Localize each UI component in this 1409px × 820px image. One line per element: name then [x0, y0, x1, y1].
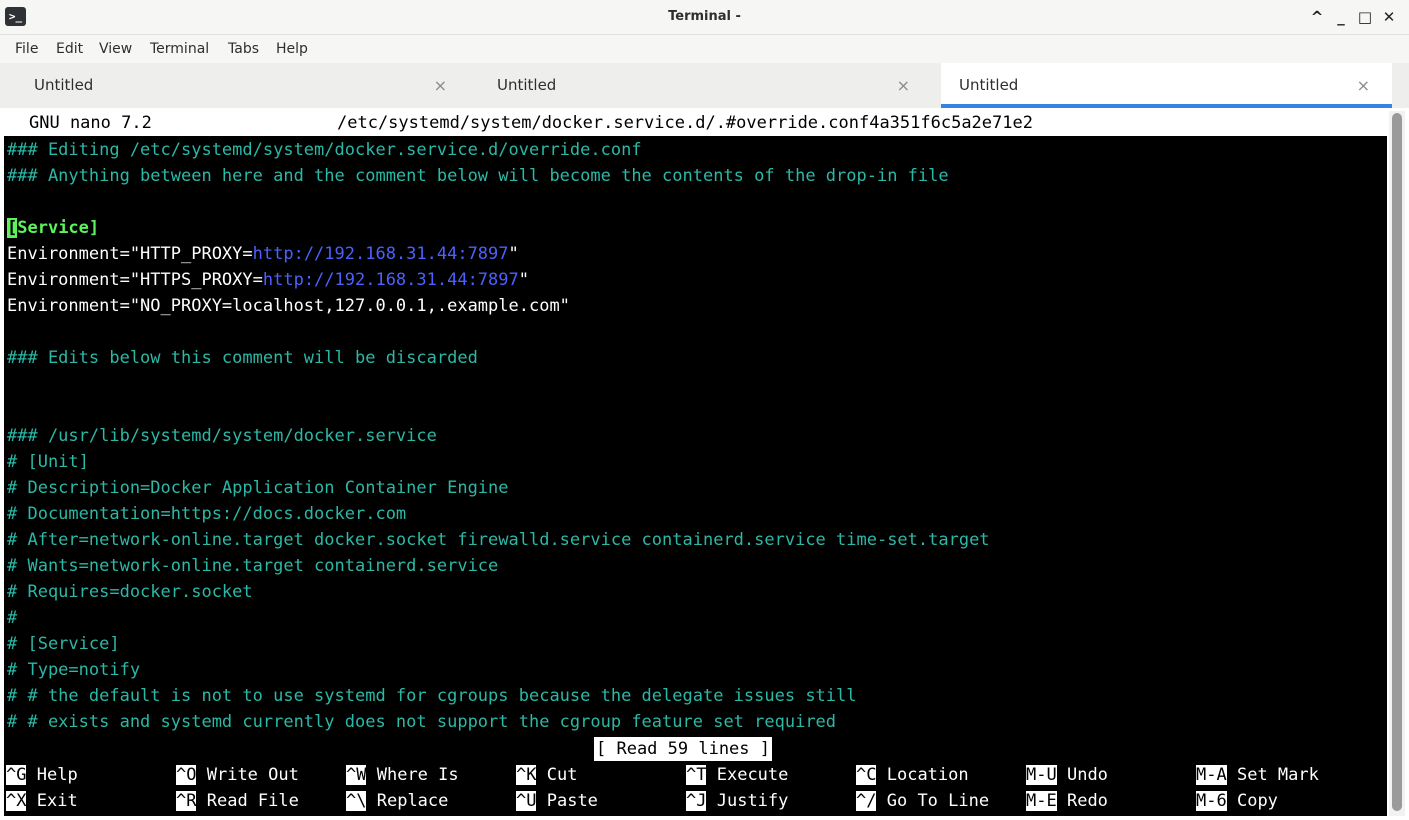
nano-version: GNU nano 7.2: [29, 113, 152, 133]
proxy-url: http://192.168.31.44:7897: [262, 270, 519, 290]
menu-help[interactable]: Help: [276, 35, 308, 63]
menu-file[interactable]: File: [15, 35, 38, 63]
editor-line: # After=network-online.target docker.soc…: [7, 530, 990, 550]
shortcut-read-file[interactable]: ^R Read File: [176, 788, 299, 814]
editor-line: ### /usr/lib/systemd/system/docker.servi…: [7, 426, 437, 446]
scrollbar-thumb[interactable]: [1392, 113, 1402, 811]
maximize-icon[interactable]: □: [1354, 6, 1376, 28]
nano-status-bar: GNU nano 7.2/etc/systemd/system/docker.s…: [4, 111, 1387, 136]
editor-line: # # exists and systemd currently does no…: [7, 712, 837, 732]
editor-line: # Description=Docker Application Contain…: [7, 478, 509, 498]
window-title: Terminal -: [668, 9, 741, 24]
shortcut-write-out[interactable]: ^O Write Out: [176, 762, 299, 788]
shortcut-set-mark[interactable]: M-A Set Mark: [1196, 762, 1319, 788]
editor-line: Environment="NO_PROXY=localhost,127.0.0.…: [7, 296, 570, 316]
shortcut-copy[interactable]: M-6 Copy: [1196, 788, 1278, 814]
editor-line: Environment="HTTP_PROXY=http://192.168.3…: [7, 244, 519, 264]
menu-tabs[interactable]: Tabs: [228, 35, 259, 63]
editor-line: # # the default is not to use systemd fo…: [7, 686, 857, 706]
close-icon[interactable]: ✕: [1378, 6, 1400, 28]
menu-view[interactable]: View: [99, 35, 132, 63]
shortcut-paste[interactable]: ^U Paste: [516, 788, 598, 814]
editor-line: [Service]: [7, 218, 100, 238]
menu-edit[interactable]: Edit: [56, 35, 83, 63]
editor-line: ### Edits below this comment will be dis…: [7, 348, 478, 368]
shortcut-go-to-line[interactable]: ^/ Go To Line: [856, 788, 989, 814]
tab-label: Untitled: [497, 76, 557, 94]
tab-label: Untitled: [34, 76, 94, 94]
shortcut-where-is[interactable]: ^W Where Is: [346, 762, 459, 788]
tab-close-icon[interactable]: ×: [1357, 63, 1370, 108]
text-cursor: [: [7, 218, 18, 238]
editor-line: # Requires=docker.socket: [7, 582, 253, 602]
proxy-url: http://192.168.31.44:7897: [252, 244, 509, 264]
shortcut-help[interactable]: ^G Help: [6, 762, 78, 788]
tab-1[interactable]: Untitled ×: [6, 63, 469, 108]
tab-2[interactable]: Untitled ×: [469, 63, 932, 108]
shortcut-execute[interactable]: ^T Execute: [686, 762, 788, 788]
editor-line: ### Anything between here and the commen…: [7, 166, 949, 186]
tab-label: Untitled: [959, 76, 1019, 94]
shortcut-redo[interactable]: M-E Redo: [1026, 788, 1108, 814]
tab-bar: Untitled × Untitled × Untitled ×: [0, 63, 1409, 108]
title-bar: >_ Terminal - ^ _ □ ✕: [0, 0, 1409, 35]
shortcut-location[interactable]: ^C Location: [856, 762, 969, 788]
editor-line: Environment="HTTPS_PROXY=http://192.168.…: [7, 270, 529, 290]
editor-line: ### Editing /etc/systemd/system/docker.s…: [7, 140, 642, 160]
shortcut-undo[interactable]: M-U Undo: [1026, 762, 1108, 788]
minimize-icon[interactable]: _: [1330, 6, 1352, 28]
shortcut-cut[interactable]: ^K Cut: [516, 762, 577, 788]
editor-line: # Wants=network-online.target containerd…: [7, 556, 499, 576]
editor-line: # Type=notify: [7, 660, 141, 680]
tab-3-active[interactable]: Untitled ×: [941, 63, 1392, 108]
shortcut-replace[interactable]: ^\ Replace: [346, 788, 448, 814]
tab-close-icon[interactable]: ×: [434, 63, 447, 108]
chevron-up-icon[interactable]: ^: [1306, 6, 1328, 28]
tab-close-icon[interactable]: ×: [897, 63, 910, 108]
menu-bar: File Edit View Terminal Tabs Help: [0, 35, 1409, 63]
editor-line: #: [7, 608, 18, 628]
editor-line: # [Service]: [7, 634, 120, 654]
terminal-area[interactable]: GNU nano 7.2/etc/systemd/system/docker.s…: [4, 111, 1387, 816]
status-message: [ Read 59 lines ]: [594, 737, 772, 761]
shortcut-justify[interactable]: ^J Justify: [686, 788, 788, 814]
vertical-scrollbar[interactable]: [1389, 111, 1405, 816]
editor-line: # Documentation=https://docs.docker.com: [7, 504, 407, 524]
shortcut-exit[interactable]: ^X Exit: [6, 788, 78, 814]
editor-line: # [Unit]: [7, 452, 89, 472]
menu-terminal[interactable]: Terminal: [150, 35, 209, 63]
nano-filename: /etc/systemd/system/docker.service.d/.#o…: [337, 113, 1033, 133]
